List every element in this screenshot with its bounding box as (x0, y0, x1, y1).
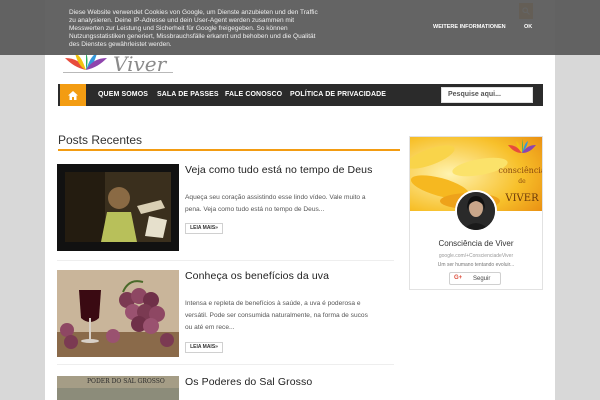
video-still-image (57, 164, 179, 251)
read-more-button[interactable]: LEIA MAIS» (185, 342, 223, 353)
search-input[interactable]: Pesquise aqui... (441, 87, 533, 103)
cookie-consent-bar: Diese Website verwendet Cookies von Goog… (0, 0, 600, 55)
cover-text-de: de (518, 178, 526, 185)
post-thumbnail-video[interactable] (57, 164, 179, 251)
post-thumbnail-salt[interactable]: PODER DO SAL GROSSO (57, 376, 179, 400)
cover-text-viver: VIVER (504, 193, 539, 204)
gplus-icon: G+ (454, 275, 463, 281)
more-info-button[interactable]: WEITERE INFORMATIONEN (433, 24, 506, 30)
profile-name[interactable]: Consciência de Viver (410, 239, 542, 248)
nav-item-quem-somos[interactable]: QUEM SOMOS (98, 84, 148, 106)
post-excerpt: Aqueça seu coração assistindo esse lindo… (185, 194, 366, 213)
home-icon (68, 90, 78, 100)
section-title-underline (58, 149, 400, 151)
cookie-ok-button[interactable]: OK (524, 24, 532, 30)
lotus-logo-icon (65, 52, 107, 70)
follow-label: Seguir (473, 276, 491, 282)
nav-item-politica-de-privacidade[interactable]: POLÍTICA DE PRIVACIDADE (290, 84, 386, 106)
nav-item-fale-conosco[interactable]: FALE CONOSCO (225, 84, 282, 106)
section-title: Posts Recentes (58, 133, 143, 147)
nav-home-button[interactable] (60, 84, 86, 106)
grapes-image (57, 270, 179, 357)
read-more-button[interactable]: LEIA MAIS» (185, 223, 223, 234)
profile-avatar[interactable] (455, 190, 497, 232)
follow-button[interactable]: G+ Seguir (449, 272, 501, 285)
post-divider (57, 260, 394, 261)
post-title[interactable]: Os Poderes do Sal Grosso (185, 376, 312, 388)
thumbnail-caption: PODER DO SAL GROSSO (87, 378, 165, 385)
avatar-image (457, 192, 495, 230)
post-excerpt: Intensa e repleta de benefícios à saúde,… (185, 300, 368, 331)
page-container: Viver QUEM SOMOS SALA DE PASSES FALE CON… (45, 0, 555, 400)
cookie-notice-text: Diese Website verwendet Cookies von Goog… (69, 9, 318, 48)
post-title[interactable]: Veja como tudo está no tempo de Deus (185, 164, 372, 176)
gplus-profile-badge: consciência de VIVER Consciência de Vive… (409, 136, 543, 290)
post-thumbnail-grapes[interactable] (57, 270, 179, 357)
profile-tagline: Um ser humano tentando evoluir... (437, 262, 515, 268)
post-divider (57, 364, 394, 365)
profile-url[interactable]: google.com/+ConscienciadeViver (410, 253, 542, 259)
main-nav: QUEM SOMOS SALA DE PASSES FALE CONOSCO P… (58, 84, 543, 106)
post-title[interactable]: Conheça os benefícios da uva (185, 270, 329, 282)
cover-text-consciencia: consciência (498, 166, 542, 175)
nav-item-sala-de-passes[interactable]: SALA DE PASSES (157, 84, 219, 106)
logo-underline (63, 72, 173, 73)
search-placeholder: Pesquise aqui... (448, 91, 501, 98)
